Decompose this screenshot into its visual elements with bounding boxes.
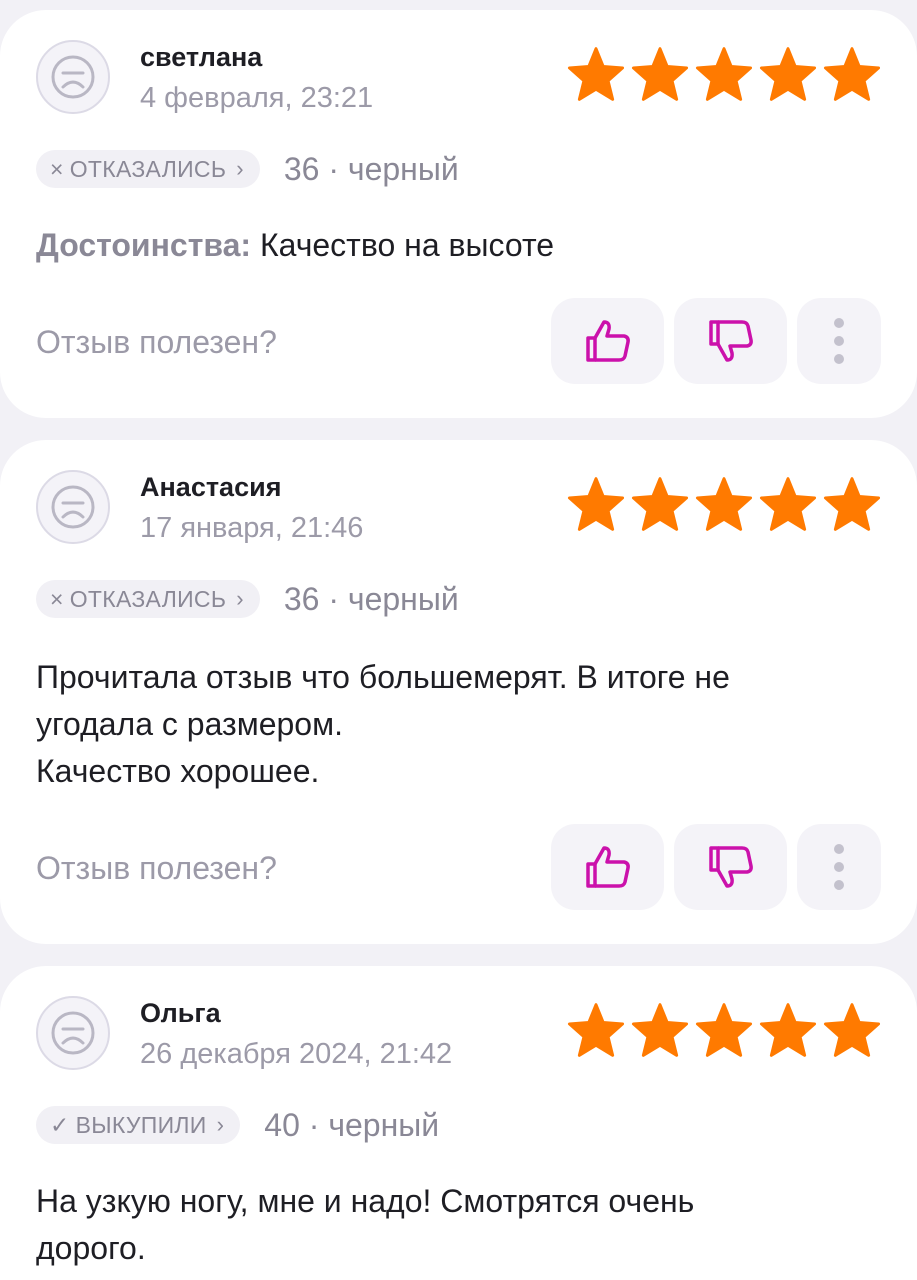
- review-text-line: Качество хорошее.: [36, 753, 320, 789]
- star-icon: [823, 476, 881, 532]
- review-card: Ольга 26 декабря 2024, 21:42 ✓ ВЫКУПИЛИ …: [0, 966, 917, 1280]
- review-text-line: На узкую ногу, мне и надо! Смотрятся оче…: [36, 1183, 695, 1219]
- star-icon: [759, 476, 817, 532]
- helpful-prompt: Отзыв полезен?: [36, 850, 277, 886]
- more-vertical-icon: [834, 844, 844, 890]
- thumbs-down-icon: [708, 320, 753, 362]
- chevron-right-icon: ›: [236, 156, 244, 181]
- review-date: 4 февраля, 23:21: [140, 82, 374, 114]
- star-icon: [759, 1002, 817, 1058]
- status-badge[interactable]: × ОТКАЗАЛИСЬ ›: [36, 580, 260, 618]
- status-label: ОТКАЗАЛИСЬ: [69, 585, 227, 612]
- status-badge[interactable]: × ОТКАЗАЛИСЬ ›: [36, 150, 260, 188]
- review-card: Анастасия 17 января, 21:46 × ОТКАЗАЛИСЬ …: [0, 440, 917, 944]
- star-icon: [567, 46, 625, 102]
- star-icon: [631, 476, 689, 532]
- like-button[interactable]: [551, 824, 664, 910]
- size-color: 36 · черный: [283, 150, 459, 187]
- avatar: [36, 470, 110, 544]
- star-icon: [823, 46, 881, 102]
- chevron-right-icon: ›: [236, 586, 244, 611]
- review-actions: [551, 824, 881, 910]
- thumbs-up-icon: [585, 846, 630, 888]
- like-button[interactable]: [551, 298, 664, 384]
- status-label: ВЫКУПИЛИ: [75, 1111, 207, 1138]
- sad-face-icon: [51, 55, 95, 99]
- star-icon: [567, 476, 625, 532]
- star-icon: [823, 1002, 881, 1058]
- check-icon: ✓: [50, 1111, 70, 1138]
- dislike-button[interactable]: [674, 824, 787, 910]
- review-text-label: Достоинства:: [36, 227, 252, 263]
- rating-stars: [567, 1002, 881, 1058]
- review-text-body: Качество на высоте: [259, 227, 555, 263]
- review-text-line: Прочитала отзыв что большемерят. В итоге…: [36, 659, 730, 695]
- status-badge[interactable]: ✓ ВЫКУПИЛИ ›: [36, 1106, 241, 1144]
- review-text-line: угодала с размером.: [36, 706, 343, 742]
- avatar: [36, 996, 110, 1070]
- chevron-right-icon: ›: [216, 1112, 225, 1137]
- cross-icon: ×: [50, 155, 64, 182]
- rating-stars: [567, 476, 881, 532]
- purchase-info: × ОТКАЗАЛИСЬ › 36 · черный: [36, 150, 459, 188]
- star-icon: [631, 46, 689, 102]
- review-text: На узкую ногу, мне и надо! Смотрятся оче…: [36, 1178, 857, 1272]
- size-color: 40 · черный: [264, 1106, 440, 1143]
- thumbs-up-icon: [585, 320, 630, 362]
- more-options-button[interactable]: [797, 298, 881, 384]
- sad-face-icon: [51, 485, 95, 529]
- star-icon: [567, 1002, 625, 1058]
- star-icon: [759, 46, 817, 102]
- star-icon: [695, 476, 753, 532]
- star-icon: [631, 1002, 689, 1058]
- purchase-info: ✓ ВЫКУПИЛИ › 40 · черный: [36, 1106, 439, 1144]
- reviews-feed: светлана 4 февраля, 23:21 × ОТКАЗАЛИСЬ ›…: [0, 0, 917, 1280]
- thumbs-down-icon: [708, 846, 753, 888]
- review-text: Достоинства: Качество на высоте: [36, 222, 857, 269]
- review-author: светлана: [140, 42, 263, 72]
- size-color: 36 · черный: [283, 580, 459, 617]
- review-actions: [551, 298, 881, 384]
- review-card: светлана 4 февраля, 23:21 × ОТКАЗАЛИСЬ ›…: [0, 10, 917, 418]
- more-vertical-icon: [834, 318, 844, 364]
- review-author: Ольга: [140, 998, 221, 1028]
- cross-icon: ×: [50, 585, 64, 612]
- sad-face-icon: [51, 1011, 95, 1055]
- review-date: 17 января, 21:46: [140, 512, 364, 544]
- review-text-line: дорого.: [36, 1230, 146, 1266]
- more-options-button[interactable]: [797, 824, 881, 910]
- review-date: 26 декабря 2024, 21:42: [140, 1038, 453, 1070]
- rating-stars: [567, 46, 881, 102]
- dislike-button[interactable]: [674, 298, 787, 384]
- review-text: Прочитала отзыв что большемерят. В итоге…: [36, 654, 857, 795]
- purchase-info: × ОТКАЗАЛИСЬ › 36 · черный: [36, 580, 459, 618]
- review-author: Анастасия: [140, 472, 282, 502]
- helpful-prompt: Отзыв полезен?: [36, 324, 277, 360]
- status-label: ОТКАЗАЛИСЬ: [69, 155, 227, 182]
- avatar: [36, 40, 110, 114]
- star-icon: [695, 46, 753, 102]
- star-icon: [695, 1002, 753, 1058]
